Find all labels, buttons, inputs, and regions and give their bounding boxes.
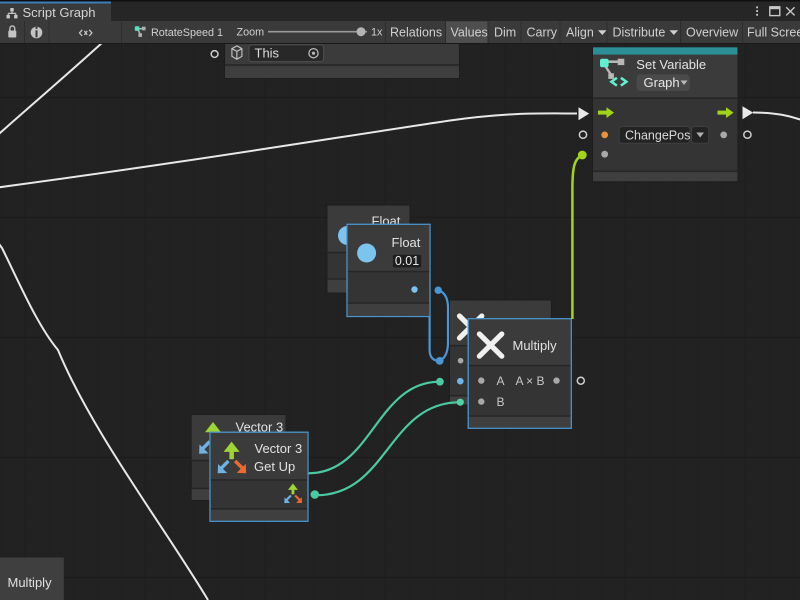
svg-text:Distribute: Distribute [613, 26, 666, 40]
svg-text:1x: 1x [371, 27, 383, 39]
svg-text:Script Graph: Script Graph [23, 5, 96, 20]
svg-text:0.01: 0.01 [395, 254, 419, 268]
svg-text:Vector 3: Vector 3 [255, 441, 303, 456]
svg-text:Multiply: Multiply [513, 338, 558, 353]
svg-text:This: This [255, 46, 280, 61]
svg-text:Overview: Overview [686, 26, 739, 40]
svg-text:Values: Values [451, 26, 488, 40]
svg-text:Relations: Relations [390, 26, 442, 40]
svg-text:Align: Align [566, 26, 594, 40]
svg-text:A: A [497, 374, 505, 388]
svg-text:RotateSpeed 1: RotateSpeed 1 [151, 27, 223, 39]
svg-text:Dim: Dim [494, 26, 516, 40]
svg-text:A × B: A × B [516, 374, 545, 388]
svg-text:Set Variable: Set Variable [636, 57, 706, 72]
svg-text:Graph: Graph [644, 75, 680, 90]
svg-text:Full Screen: Full Screen [747, 26, 800, 40]
svg-text:B: B [497, 395, 505, 409]
svg-text:ChangePos: ChangePos [625, 129, 690, 143]
svg-text:Carry: Carry [527, 26, 558, 40]
svg-text:Zoom: Zoom [237, 27, 265, 39]
svg-text:Get Up: Get Up [254, 459, 295, 474]
svg-text:Float: Float [392, 235, 421, 250]
svg-text:Multiply: Multiply [8, 575, 53, 590]
